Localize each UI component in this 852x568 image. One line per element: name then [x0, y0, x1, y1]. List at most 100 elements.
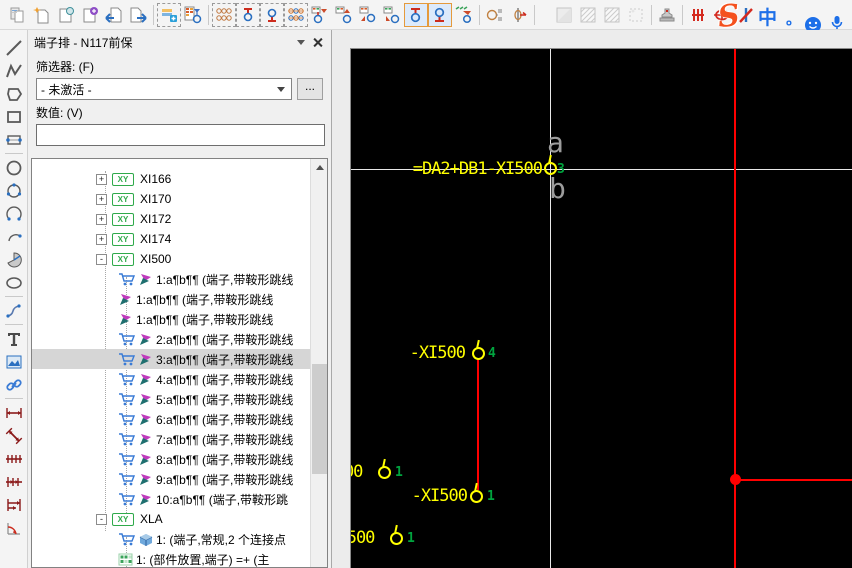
ime-emoji-icon[interactable] — [804, 0, 822, 30]
terminal-label[interactable]: -XI500 — [412, 486, 467, 506]
hatch-area-icon[interactable] — [576, 3, 600, 27]
expand-icon[interactable]: + — [96, 234, 107, 245]
rectangle-2point-icon[interactable] — [2, 128, 26, 151]
dim-baseline-icon[interactable] — [2, 470, 26, 493]
expand-icon[interactable]: + — [96, 174, 107, 185]
terminal-label[interactable]: -XI500 — [350, 528, 374, 548]
plot-stamp-icon[interactable] — [655, 3, 679, 27]
page-import-icon[interactable] — [102, 3, 126, 27]
edit-terminal-strip-icon[interactable] — [157, 3, 181, 27]
schematic-canvas[interactable]: a b =DA2+DB1-XI500 3 -XI500 4 -XI500 1 -… — [350, 48, 852, 568]
move-terminal-down-icon[interactable] — [404, 3, 428, 27]
spare-terminal-icon[interactable] — [483, 3, 507, 27]
terminal-label[interactable]: -XI500 — [410, 343, 465, 363]
sort-terminals-d-icon[interactable] — [380, 3, 404, 27]
tree-item-terminal[interactable]: 1:a¶b¶¶ (端子,带鞍形跳线 — [32, 269, 310, 289]
panel-pin-button[interactable] — [293, 35, 309, 49]
terminal-symbol[interactable] — [544, 162, 557, 175]
wire-segment[interactable] — [477, 358, 479, 490]
tree-item-terminal[interactable]: 1:a¶b¶¶ (端子,带鞍形跳线 — [32, 289, 310, 309]
tree-item-terminal-selected[interactable]: 3:a¶b¶¶ (端子,带鞍形跳线 — [32, 349, 310, 369]
polygon-icon[interactable] — [2, 82, 26, 105]
terminal-symbol[interactable] — [378, 466, 391, 479]
tree-node-xi172[interactable]: +XYXI172 — [32, 209, 310, 229]
ime-chinese-mode[interactable]: 中 — [758, 0, 777, 30]
dim-chain-icon[interactable] — [2, 447, 26, 470]
image-icon[interactable] — [2, 350, 26, 373]
tree-node-xla[interactable]: -XYXLA — [32, 509, 310, 529]
sogou-logo-icon[interactable]: S — [718, 0, 740, 30]
tree-item-terminal[interactable]: 1: (端子,常规,2 个连接点 — [32, 529, 310, 549]
paste-page-icon[interactable] — [54, 3, 78, 27]
circle-3point-icon[interactable] — [2, 179, 26, 202]
dim-angle-icon[interactable] — [2, 516, 26, 539]
expand-icon[interactable]: + — [96, 194, 107, 205]
expand-icon[interactable]: + — [96, 214, 107, 225]
dim-increment-icon[interactable] — [2, 493, 26, 516]
sort-terminals-b-icon[interactable] — [332, 3, 356, 27]
new-page-icon[interactable] — [30, 3, 54, 27]
tree-node-xi174[interactable]: +XYXI174 — [32, 229, 310, 249]
tree-node-xi166[interactable]: +XYXI166 — [32, 169, 310, 189]
terminal-symbol[interactable] — [390, 532, 403, 545]
jumper-target-top-icon[interactable] — [260, 3, 284, 27]
polyline-icon[interactable] — [2, 59, 26, 82]
page-export-icon[interactable] — [126, 3, 150, 27]
wire-vertical[interactable] — [734, 49, 736, 568]
grid-display-icon[interactable] — [686, 3, 710, 27]
arc-icon[interactable] — [2, 225, 26, 248]
rectangle-icon[interactable] — [2, 105, 26, 128]
blank-area-icon[interactable] — [624, 3, 648, 27]
tree-item-part-placement[interactable]: 1: (部件放置,端子) =+ (主 — [32, 549, 310, 567]
circle-icon[interactable] — [2, 156, 26, 179]
value-input[interactable] — [36, 124, 325, 146]
jumper-target-bottom-icon[interactable] — [236, 3, 260, 27]
tree-item-terminal[interactable]: 7:a¶b¶¶ (端子,带鞍形跳线 — [32, 429, 310, 449]
jumper-pair-icon[interactable] — [212, 3, 236, 27]
copy-pages-icon[interactable] — [6, 3, 30, 27]
wire-horizontal[interactable] — [735, 479, 852, 481]
spline-icon[interactable] — [2, 299, 26, 322]
dim-linear-icon[interactable] — [2, 401, 26, 424]
ime-punctuation[interactable]: 。 — [786, 0, 801, 30]
tree-node-xi500[interactable]: -XYXI500 — [32, 249, 310, 269]
sector-icon[interactable] — [2, 248, 26, 271]
terminal-label[interactable]: =DA2+DB1-XI500 — [413, 159, 542, 179]
collapse-icon[interactable]: - — [96, 254, 107, 265]
terminal-label[interactable]: -XI500 — [350, 462, 362, 482]
terminal-symbol[interactable] — [472, 347, 485, 360]
swap-terminal-icon[interactable] — [507, 3, 531, 27]
tree-item-terminal[interactable]: 6:a¶b¶¶ (端子,带鞍形跳线 — [32, 409, 310, 429]
insert-saddle-jumper-icon[interactable] — [452, 3, 476, 27]
tree-scrollbar[interactable] — [310, 159, 327, 567]
tree-node-xi170[interactable]: +XYXI170 — [32, 189, 310, 209]
tree-item-terminal[interactable]: 10:a¶b¶¶ (端子,带鞍形跳 — [32, 489, 310, 509]
tree-item-terminal[interactable]: 8:a¶b¶¶ (端子,带鞍形跳线 — [32, 449, 310, 469]
ime-mic-icon[interactable] — [830, 0, 844, 30]
paste-special-icon[interactable] — [78, 3, 102, 27]
terminal-symbol[interactable] — [470, 490, 483, 503]
tree-item-terminal[interactable]: 5:a¶b¶¶ (端子,带鞍形跳线 — [32, 389, 310, 409]
saddle-jumper-pair-icon[interactable] — [284, 3, 308, 27]
collapse-icon[interactable]: - — [96, 514, 107, 525]
hatch-area-2-icon[interactable] — [600, 3, 624, 27]
terminal-strip-navigator-icon[interactable] — [181, 3, 205, 27]
tree-item-terminal[interactable]: 9:a¶b¶¶ (端子,带鞍形跳线 — [32, 469, 310, 489]
arc-3point-icon[interactable] — [2, 202, 26, 225]
filter-dropdown[interactable]: - 未激活 - — [36, 78, 292, 100]
scrollbar-thumb[interactable] — [312, 364, 327, 474]
tree-item-terminal[interactable]: 1:a¶b¶¶ (端子,带鞍形跳线 — [32, 309, 310, 329]
hyperlink-icon[interactable] — [2, 373, 26, 396]
scroll-up-button[interactable] — [311, 159, 328, 176]
move-terminal-up-icon[interactable] — [428, 3, 452, 27]
text-icon[interactable] — [2, 327, 26, 350]
sort-terminals-c-icon[interactable] — [356, 3, 380, 27]
tree-item-terminal[interactable]: 4:a¶b¶¶ (端子,带鞍形跳线 — [32, 369, 310, 389]
surface-fill-icon[interactable] — [552, 3, 576, 27]
dim-aligned-icon[interactable] — [2, 424, 26, 447]
panel-close-button[interactable] — [309, 35, 325, 49]
tree-item-terminal[interactable]: 2:a¶b¶¶ (端子,带鞍形跳线 — [32, 329, 310, 349]
ellipse-icon[interactable] — [2, 271, 26, 294]
sort-terminals-a-icon[interactable] — [308, 3, 332, 27]
filter-more-button[interactable]: ... — [297, 78, 323, 100]
